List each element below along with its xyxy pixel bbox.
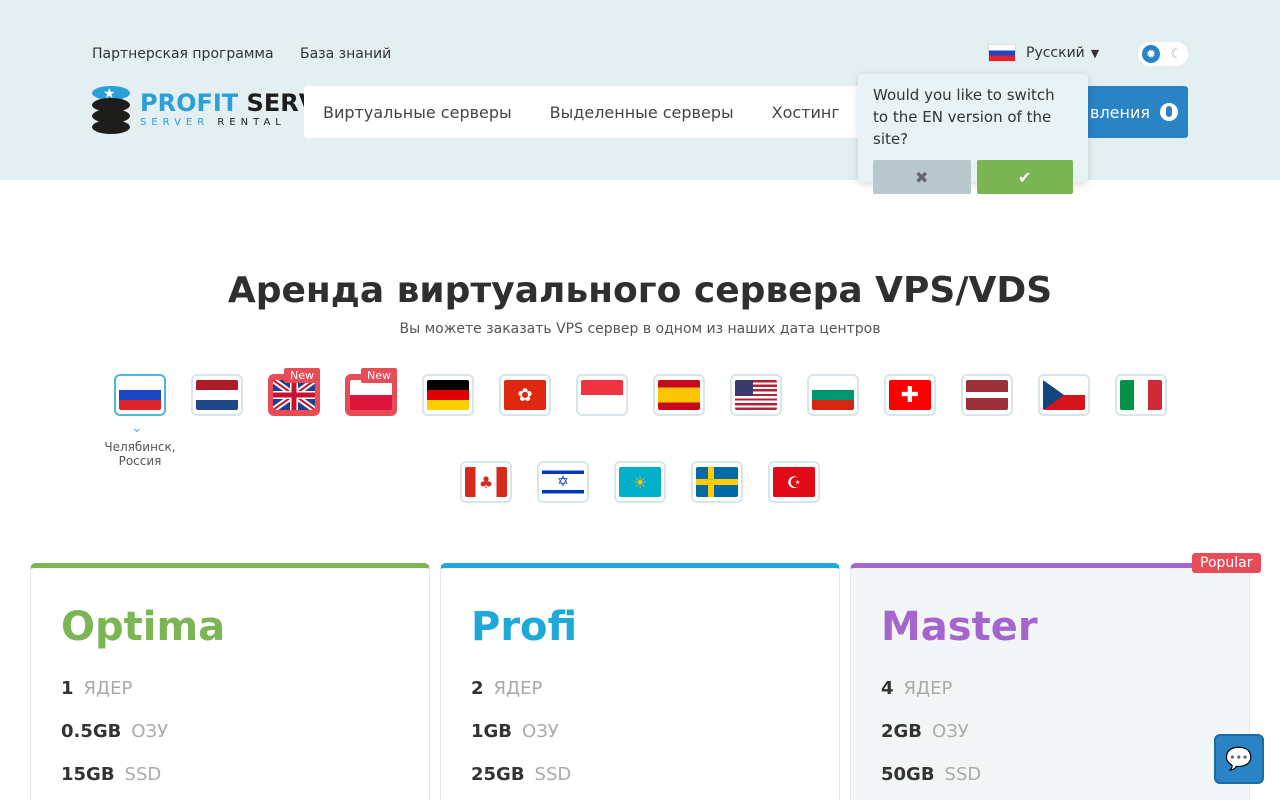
turkey-flag-icon: ☪ (773, 467, 815, 497)
location-sweden[interactable] (691, 461, 743, 503)
location-usa[interactable] (730, 374, 782, 416)
location-hong-kong[interactable]: ✿ (499, 374, 551, 416)
logo-word-server-small: SERVER (140, 117, 210, 128)
hong-kong-flag-icon: ✿ (504, 380, 546, 410)
poland-flag-icon (350, 380, 392, 410)
italy-flag-icon (1120, 380, 1162, 410)
language-label: Русский (1026, 45, 1085, 61)
new-badge: New (284, 368, 320, 383)
netherlands-flag-icon (196, 380, 238, 410)
selected-location-label: Челябинск, Россия (104, 440, 176, 468)
kazakhstan-flag-icon: ☀ (619, 467, 661, 497)
russia-flag-icon (988, 44, 1016, 62)
logo-word-rental: RENTAL (209, 117, 286, 128)
chevron-down-icon: ⌄ (131, 420, 143, 436)
page-title: Аренда виртуального сервера VPS/VDS (227, 270, 1053, 311)
language-switch-popup: Would you like to switch to the EN versi… (858, 74, 1088, 194)
disk-unit: SSD (124, 764, 162, 785)
disk-value: 25GB (471, 764, 525, 785)
plan-name: Profi (471, 604, 578, 650)
logo-stack-icon: ★ (92, 86, 130, 134)
location-spain[interactable] (653, 374, 705, 416)
location-bulgaria[interactable] (807, 374, 859, 416)
latvia-flag-icon (966, 380, 1008, 410)
sun-icon: ✹ (1142, 45, 1160, 63)
cabinet-label: вления (1090, 102, 1150, 122)
ram-unit: ОЗУ (932, 721, 969, 742)
chat-icon: 💬 (1225, 746, 1253, 772)
theme-toggle[interactable]: ✹ ☾ (1138, 42, 1188, 66)
sweden-flag-icon (696, 467, 738, 497)
nav-dedicated-servers[interactable]: Выделенные серверы (550, 103, 734, 122)
nav-virtual-servers[interactable]: Виртуальные серверы (323, 103, 512, 122)
disk-value: 15GB (61, 764, 115, 785)
israel-flag-icon: ✡ (542, 467, 584, 497)
page-subtitle: Вы можете заказать VPS сервер в одном из… (399, 321, 881, 337)
chat-button[interactable]: 💬 (1214, 734, 1264, 784)
uk-flag-icon (273, 380, 315, 410)
user-icon (1160, 103, 1178, 121)
location-netherlands[interactable] (191, 374, 243, 416)
spain-flag-icon (658, 380, 700, 410)
singapore-flag-icon (581, 380, 623, 410)
accept-button[interactable]: ✔ (976, 160, 1073, 194)
location-switzerland[interactable]: ✚ (884, 374, 936, 416)
popup-question: Would you like to switch to the EN versi… (873, 86, 1055, 148)
plan-card-master[interactable]: Master 4 ЯДЕР 2GB ОЗУ 50GB SSD (850, 563, 1250, 800)
location-canada[interactable]: ♣ (460, 461, 512, 503)
ram-unit: ОЗУ (131, 721, 169, 742)
moon-icon: ☾ (1170, 46, 1182, 62)
plan-card-profi[interactable]: Profi 2 ЯДЕР 1GB ОЗУ 25GB SSD (440, 563, 840, 800)
cores-value: 4 (881, 678, 894, 699)
location-latvia[interactable] (961, 374, 1013, 416)
nav-hosting[interactable]: Хостинг (772, 103, 840, 122)
switzerland-flag-icon: ✚ (889, 380, 931, 410)
usa-flag-icon (735, 380, 777, 410)
site-header: Партнерская программа База знаний Русски… (0, 0, 1280, 180)
location-russia[interactable] (114, 374, 166, 416)
knowledge-base-link[interactable]: База знаний (300, 46, 391, 62)
location-uk[interactable]: New (268, 368, 320, 416)
location-czech[interactable] (1038, 374, 1090, 416)
location-singapore[interactable] (576, 374, 628, 416)
disk-unit: SSD (944, 764, 982, 785)
czech-flag-icon (1043, 380, 1085, 410)
location-germany[interactable] (422, 374, 474, 416)
cores-unit: ЯДЕР (903, 678, 953, 699)
logo-word-profit: PROFIT (140, 89, 239, 117)
location-italy[interactable] (1115, 374, 1167, 416)
russia-flag-icon (119, 380, 161, 410)
ram-value: 2GB (881, 721, 923, 742)
plan-name: Master (881, 604, 1038, 650)
cores-value: 2 (471, 678, 484, 699)
cores-unit: ЯДЕР (493, 678, 543, 699)
bulgaria-flag-icon (812, 380, 854, 410)
cores-value: 1 (61, 678, 74, 699)
ram-value: 1GB (471, 721, 513, 742)
plan-card-optima[interactable]: Optima 1 ЯДЕР 0.5GB ОЗУ 15GB SSD (30, 563, 430, 800)
canada-flag-icon: ♣ (465, 467, 507, 497)
disk-unit: SSD (534, 764, 572, 785)
language-selector[interactable]: Русский ▼ (988, 44, 1099, 62)
popular-badge: Popular (1192, 553, 1261, 573)
ram-value: 0.5GB (61, 721, 122, 742)
new-badge: New (361, 368, 397, 383)
germany-flag-icon (427, 380, 469, 410)
location-turkey[interactable]: ☪ (768, 461, 820, 503)
ram-unit: ОЗУ (522, 721, 559, 742)
caret-down-icon: ▼ (1090, 46, 1100, 60)
cores-unit: ЯДЕР (83, 678, 133, 699)
partner-program-link[interactable]: Партнерская программа (92, 46, 274, 62)
disk-value: 50GB (881, 764, 935, 785)
plan-name: Optima (61, 604, 226, 650)
decline-button[interactable]: ✖ (873, 160, 971, 194)
location-israel[interactable]: ✡ (537, 461, 589, 503)
location-kazakhstan[interactable]: ☀ (614, 461, 666, 503)
location-poland[interactable]: New (345, 368, 397, 416)
